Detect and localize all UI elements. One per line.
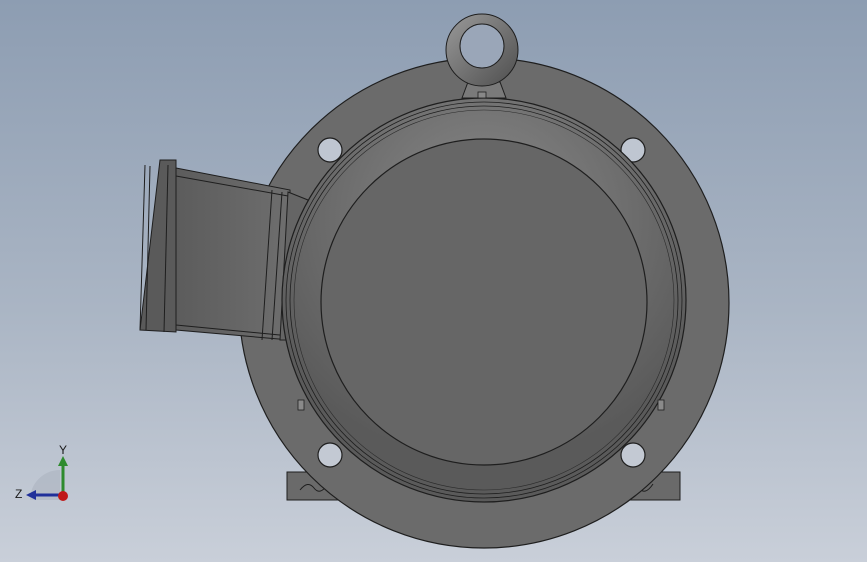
z-axis-label: Z <box>15 487 22 501</box>
bolt-hole-top-left <box>317 137 343 163</box>
y-axis-arrow <box>58 456 68 466</box>
model-viewport[interactable] <box>0 0 867 562</box>
x-axis-dot <box>58 491 68 501</box>
end-cap <box>320 138 648 466</box>
y-axis-label: Y <box>59 443 67 457</box>
orientation-triad[interactable]: Y Z <box>10 440 80 510</box>
bolt-hole-bottom-right <box>620 442 646 468</box>
bolt-hole-bottom-left <box>317 442 343 468</box>
